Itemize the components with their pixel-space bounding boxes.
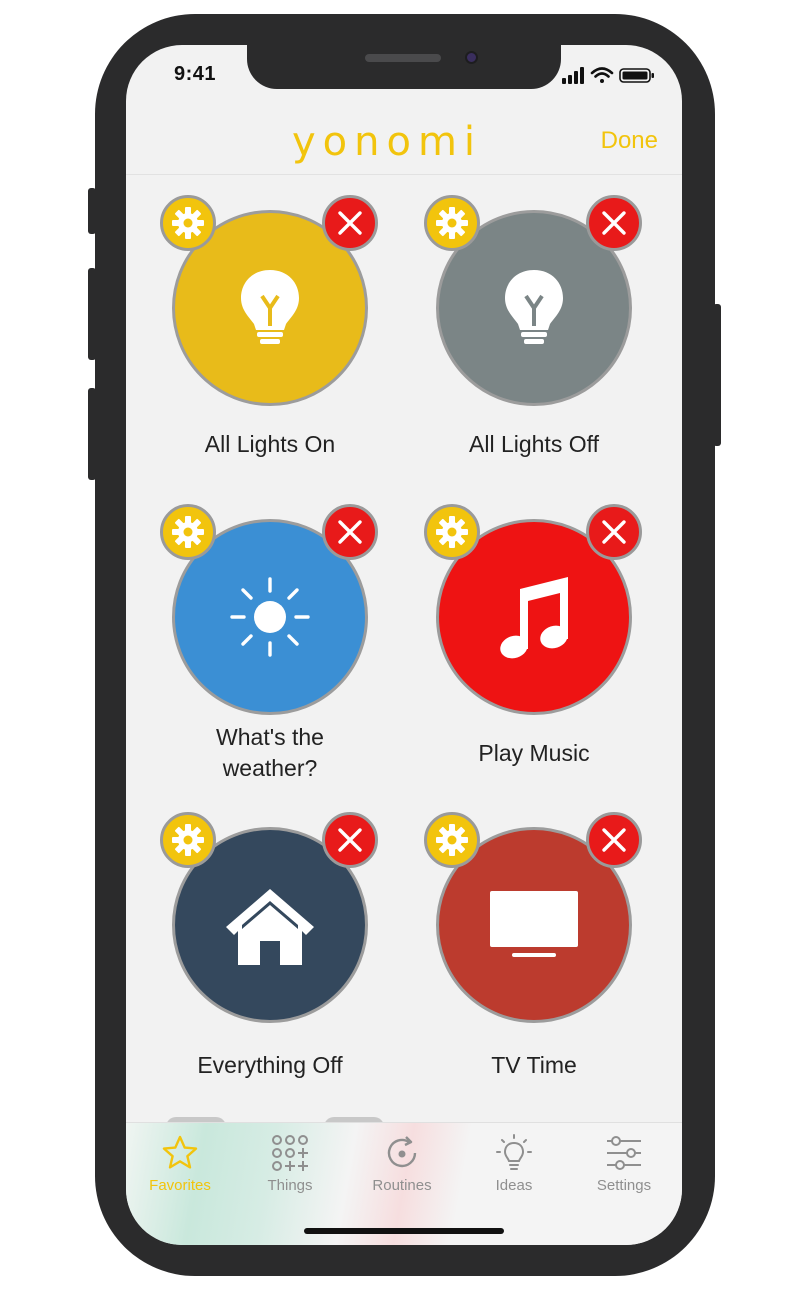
lightbulb-icon	[505, 270, 563, 344]
favorite-tile: Play Music	[414, 504, 654, 804]
gear-icon	[172, 824, 204, 856]
tv-icon	[490, 891, 578, 957]
favorite-label: All Lights On	[204, 431, 336, 457]
favorite-tile: TV Time	[414, 812, 654, 1112]
close-icon	[602, 520, 626, 544]
delete-button[interactable]	[322, 195, 378, 251]
close-icon	[338, 828, 362, 852]
favorite-label: What's the weather?	[216, 724, 324, 781]
favorite-label: TV Time	[491, 1052, 577, 1078]
close-icon	[602, 828, 626, 852]
settings-gear-button[interactable]	[424, 812, 480, 868]
lightbulb-icon	[241, 270, 299, 344]
favorite-tile: What's the weather?	[150, 504, 390, 804]
home-indicator	[304, 1228, 504, 1234]
gear-icon	[436, 824, 468, 856]
signal-icon	[562, 67, 584, 84]
things-grid-icon	[272, 1135, 308, 1171]
favorite-tile: Everything Off	[150, 812, 390, 1112]
settings-gear-button[interactable]	[424, 195, 480, 251]
settings-gear-button[interactable]	[160, 195, 216, 251]
delete-button[interactable]	[586, 812, 642, 868]
battery-icon	[619, 68, 654, 83]
settings-gear-button[interactable]	[424, 504, 480, 560]
tab-label: Ideas	[495, 1177, 533, 1194]
volume-up-button	[88, 268, 96, 360]
settings-gear-button[interactable]	[160, 812, 216, 868]
notch	[247, 45, 561, 89]
delete-button[interactable]	[322, 504, 378, 560]
favorite-label: Everything Off	[197, 1052, 343, 1078]
house-icon	[226, 889, 314, 965]
tab-label: Settings	[596, 1177, 652, 1194]
tab-ideas[interactable]: Ideas	[464, 1133, 564, 1194]
wifi-icon	[590, 67, 614, 83]
status-time: 9:41	[174, 63, 217, 85]
music-note-icon	[500, 577, 568, 659]
status-icons	[562, 67, 654, 84]
gear-icon	[436, 516, 468, 548]
speaker	[365, 54, 441, 62]
gear-icon	[172, 516, 204, 548]
close-icon	[338, 520, 362, 544]
tab-label: Things	[267, 1177, 313, 1194]
settings-gear-button[interactable]	[160, 504, 216, 560]
gear-icon	[172, 207, 204, 239]
side-button	[88, 188, 96, 234]
gear-icon	[436, 207, 468, 239]
header: yonomi Done	[126, 105, 682, 175]
close-icon	[602, 211, 626, 235]
delete-button[interactable]	[322, 812, 378, 868]
volume-down-button	[88, 388, 96, 480]
camera	[465, 51, 478, 64]
sliders-icon	[607, 1136, 641, 1170]
tab-favorites[interactable]: Favorites	[130, 1133, 230, 1194]
tab-settings[interactable]: Settings	[574, 1133, 674, 1194]
star-icon	[162, 1135, 198, 1169]
favorite-label: All Lights Off	[469, 431, 599, 457]
tab-bar: Favorites Things Routines Ideas Settings	[126, 1122, 682, 1245]
yonomi-logo: yonomi	[292, 119, 483, 165]
tab-label: Routines	[372, 1177, 432, 1194]
done-button[interactable]: Done	[601, 127, 658, 155]
power-button	[713, 304, 721, 446]
sun-icon	[230, 577, 310, 657]
lightbulb-icon	[496, 1134, 532, 1170]
routines-icon	[387, 1136, 417, 1168]
tab-things[interactable]: Things	[240, 1133, 340, 1194]
close-icon	[338, 211, 362, 235]
delete-button[interactable]	[586, 504, 642, 560]
tab-routines[interactable]: Routines	[352, 1133, 452, 1194]
favorite-label: Play Music	[478, 740, 590, 766]
favorite-tile: All Lights Off	[414, 195, 654, 495]
delete-button[interactable]	[586, 195, 642, 251]
tab-label: Favorites	[149, 1177, 211, 1194]
screen: 9:41 yonomi Done All Lights On All Light…	[126, 45, 682, 1245]
favorite-tile: All Lights On	[150, 195, 390, 495]
